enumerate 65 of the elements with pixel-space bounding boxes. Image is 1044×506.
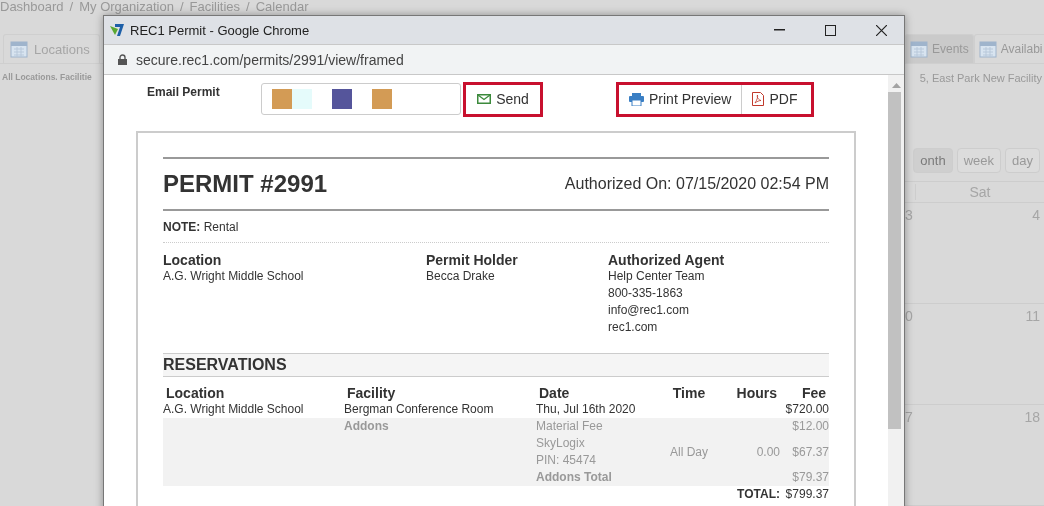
maximize-icon[interactable]: [824, 24, 836, 36]
permit-title: PERMIT #2991: [163, 170, 328, 198]
breadcrumb-separator: /: [246, 0, 250, 14]
breadcrumb-link[interactable]: My Organization: [79, 0, 174, 14]
view-button[interactable]: week: [956, 148, 1002, 173]
scrollbar-thumb[interactable]: [888, 92, 901, 429]
document-icon: [752, 92, 765, 106]
printer-icon: [629, 92, 644, 106]
authorized-date: Authorized On: 07/15/2020 02:54 PM: [564, 175, 829, 193]
table-cell: $67.37: [792, 444, 829, 459]
section-heading: RESERVATIONS: [163, 353, 829, 377]
breadcrumb-link[interactable]: Dashboard: [0, 0, 64, 14]
breadcrumb-link[interactable]: Calendar: [255, 0, 309, 14]
info-heading: Permit Holder: [426, 252, 519, 268]
total-label: TOTAL:: [737, 487, 780, 501]
table-cell: 0.00: [756, 444, 780, 459]
table-cell: $12.00: [792, 419, 829, 433]
minimize-icon[interactable]: [773, 29, 785, 31]
info-value: info@rec1.com: [608, 302, 690, 319]
calendar-icon: [978, 40, 997, 58]
table-cell: Bergman Conference Room: [344, 401, 536, 418]
view-button[interactable]: day: [1005, 148, 1040, 173]
calendar-icon: [10, 40, 28, 58]
field-label: Email Permit: [146, 84, 218, 99]
addons-label: Addons: [344, 419, 389, 433]
addons-total-label: Addons Total: [536, 470, 612, 484]
column-header: Facility: [346, 385, 397, 401]
breadcrumb-separator: /: [179, 0, 184, 14]
window-title: REC1 Permit - Google Chrome: [130, 22, 311, 38]
column-header: Hours: [735, 385, 778, 401]
app-logo-icon: [109, 23, 125, 37]
envelope-icon: [477, 94, 492, 104]
breadcrumb-link[interactable]: Facilities: [189, 0, 241, 14]
filter-text: 5, East Park New Facility: [918, 72, 1042, 84]
view-button[interactable]: onth: [913, 148, 953, 173]
table-cell: $720.00: [780, 401, 829, 418]
close-icon[interactable]: [875, 24, 887, 36]
info-heading: Location: [163, 252, 223, 268]
info-value: Help Center Team: [608, 268, 706, 285]
info-value: rec1.com: [608, 319, 659, 336]
table-cell: All Day: [670, 444, 708, 459]
table-cell: A.G. Wright Middle School: [163, 401, 344, 418]
breadcrumb-separator: /: [69, 0, 74, 14]
info-value: Becca Drake: [426, 268, 496, 285]
column-header: Location: [165, 385, 226, 401]
scrollbar[interactable]: [888, 75, 904, 506]
total-amount: $799.37: [785, 487, 829, 501]
email-field[interactable]: [261, 83, 461, 115]
nav-tab[interactable]: Availabi: [973, 34, 1044, 63]
info-value: 800-335-1863: [608, 285, 684, 302]
lock-icon: [118, 54, 127, 65]
url-text[interactable]: secure.rec1.com/permits/2991/view/framed: [136, 51, 404, 68]
table-cell-text: SkyLogix: [536, 435, 586, 452]
column-header: Time: [671, 385, 707, 401]
column-header: Date: [538, 385, 571, 401]
table-cell-text: PIN: 45474: [536, 452, 598, 469]
table-cell-text: Material Fee: [536, 418, 604, 435]
table-cell: Thu, Jul 16th 2020: [536, 401, 654, 418]
addons-total: $79.37: [792, 470, 829, 484]
filter-text: All Locations. Facilitie: [2, 72, 93, 84]
column-header: Fee: [800, 385, 827, 401]
info-value: A.G. Wright Middle School: [163, 268, 305, 285]
calendar-icon: [910, 40, 928, 58]
info-heading: Authorized Agent: [608, 252, 725, 268]
note-text: NOTE: Rental: [163, 220, 239, 234]
